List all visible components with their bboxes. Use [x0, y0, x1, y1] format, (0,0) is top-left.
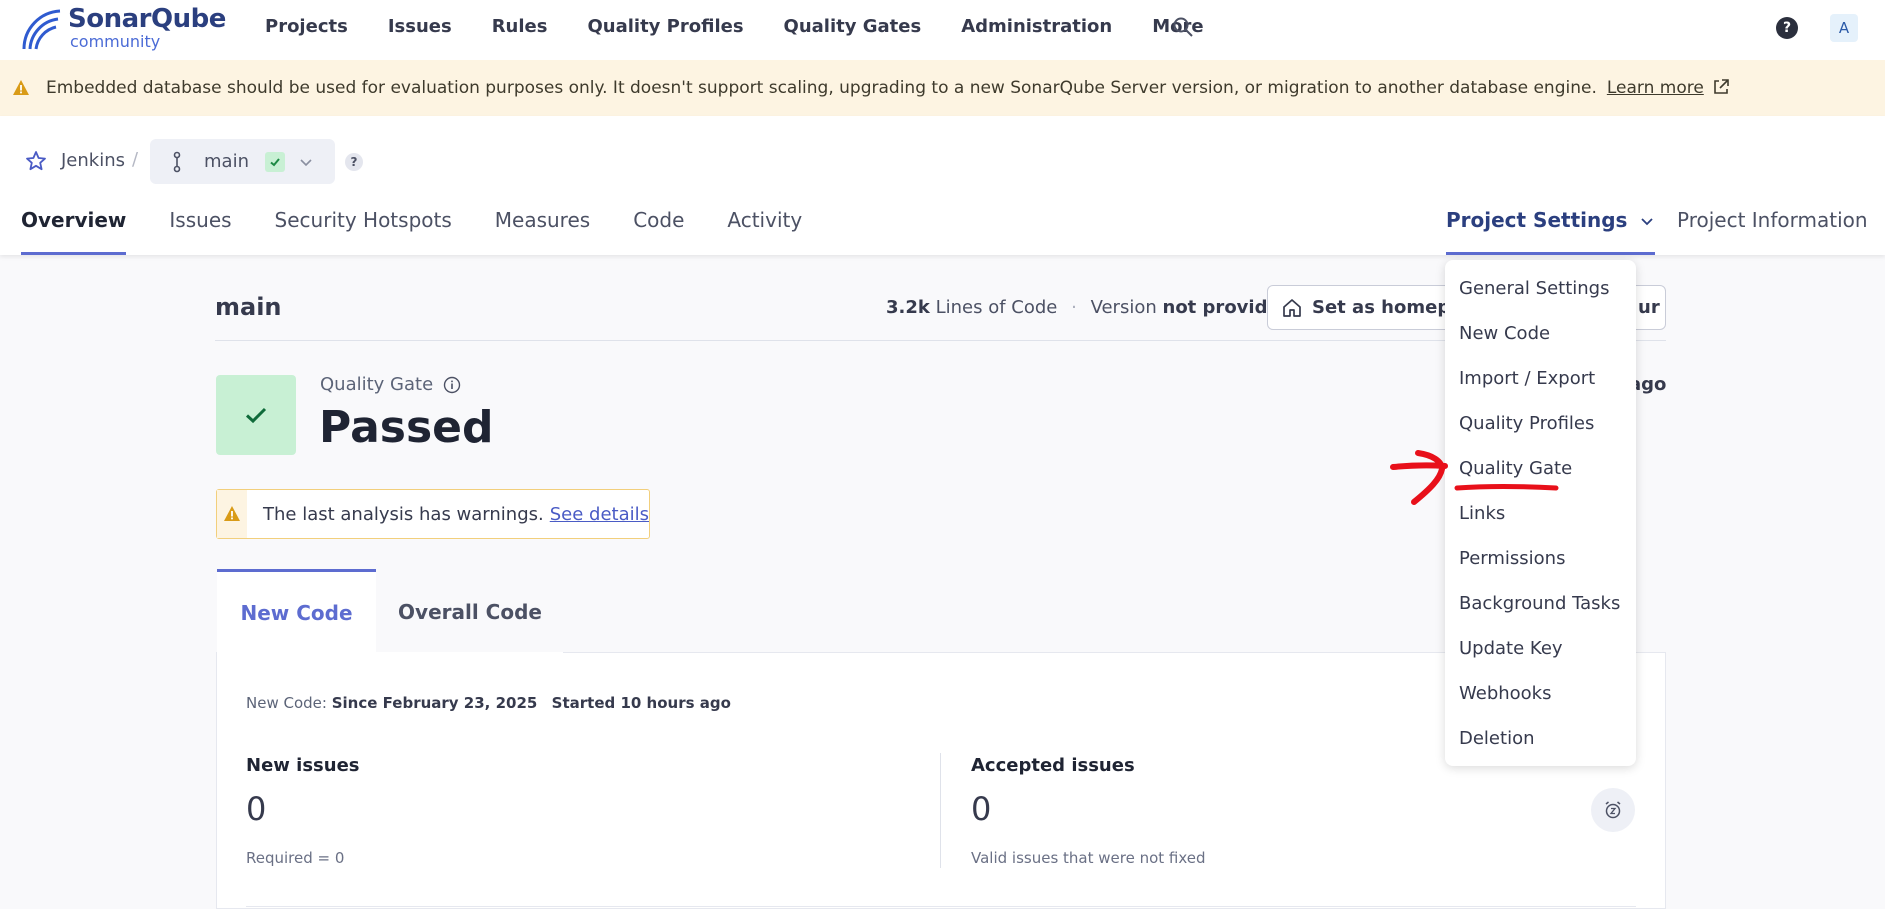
- panel-row-divider: [246, 906, 1636, 907]
- top-navbar: SonarQube community Projects Issues Rule…: [0, 0, 1885, 60]
- warning-icon: [224, 506, 240, 521]
- project-meta: 3.2k Lines of Code · Version not provide…: [886, 297, 1320, 318]
- hidden-button-tail: ur: [1638, 297, 1660, 318]
- star-icon[interactable]: [25, 150, 47, 172]
- check-icon: [270, 157, 280, 166]
- menu-item-import-export[interactable]: Import / Export: [1459, 368, 1595, 389]
- tab-measures[interactable]: Measures: [495, 208, 590, 255]
- warning-icon: [13, 80, 29, 95]
- accepted-issues-value[interactable]: 0: [971, 790, 991, 828]
- quality-gate-label-text: Quality Gate: [320, 374, 434, 395]
- project-tabs: Overview Issues Security Hotspots Measur…: [21, 208, 845, 255]
- accepted-issues-clock-button[interactable]: [1591, 788, 1635, 832]
- tab-issues[interactable]: Issues: [169, 208, 231, 255]
- quality-gate-status: Passed: [319, 402, 494, 453]
- menu-item-deletion[interactable]: Deletion: [1459, 728, 1535, 749]
- external-link-icon: [1713, 79, 1729, 94]
- help-icon[interactable]: ?: [1776, 17, 1798, 39]
- new-code-label: New Code:: [246, 694, 327, 712]
- tab-overall-code[interactable]: Overall Code: [376, 572, 564, 653]
- nav-rules[interactable]: Rules: [492, 16, 548, 37]
- embedded-db-banner: Embedded database should be used for eva…: [0, 60, 1885, 116]
- nav-administration[interactable]: Administration: [961, 16, 1112, 37]
- menu-item-links[interactable]: Links: [1459, 503, 1505, 524]
- nav-projects[interactable]: Projects: [265, 16, 348, 37]
- tab-overview[interactable]: Overview: [21, 208, 127, 255]
- analysis-warning: The last analysis has warnings. See detai…: [216, 489, 650, 539]
- loc-label: Lines of Code: [935, 297, 1058, 318]
- tab-activity[interactable]: Activity: [727, 208, 802, 255]
- logo-brand: SonarQube: [68, 4, 226, 34]
- loc-value: 3.2k: [886, 297, 930, 318]
- alarm-clock-icon: [1605, 801, 1621, 819]
- project-header: Jenkins / main ? Overview Issues Securit…: [0, 116, 1885, 255]
- sonarqube-logo-icon: [22, 9, 61, 50]
- new-issues-value[interactable]: 0: [246, 790, 266, 828]
- branch-icon: [173, 151, 181, 172]
- new-code-since: Since February 23, 2025: [331, 694, 538, 712]
- project-settings-label: Project Settings: [1446, 208, 1628, 232]
- banner-text: Embedded database should be used for eva…: [46, 78, 1597, 98]
- info-icon[interactable]: [443, 376, 461, 394]
- check-icon: [245, 407, 267, 424]
- branch-selector[interactable]: main: [150, 139, 335, 184]
- tab-code[interactable]: Code: [633, 208, 684, 255]
- menu-item-quality-gate[interactable]: Quality Gate: [1459, 458, 1572, 479]
- nav-issues[interactable]: Issues: [388, 16, 452, 37]
- search-icon[interactable]: [1172, 16, 1194, 38]
- menu-item-background-tasks[interactable]: Background Tasks: [1459, 593, 1620, 614]
- new-code-period: New Code: Since February 23, 2025 Starte…: [246, 694, 731, 712]
- home-icon: [1283, 298, 1301, 317]
- learn-more-link[interactable]: Learn more: [1607, 78, 1730, 98]
- tab-project-information[interactable]: Project Information: [1677, 208, 1868, 232]
- meta-dot: ·: [1071, 297, 1077, 318]
- tab-security-hotspots[interactable]: Security Hotspots: [275, 208, 452, 255]
- learn-more-label: Learn more: [1606, 78, 1704, 98]
- page-title: main: [215, 293, 282, 321]
- warning-icon-wrap: [217, 490, 248, 538]
- logo-edition: community: [70, 32, 161, 51]
- nav-quality-gates[interactable]: Quality Gates: [784, 16, 922, 37]
- new-code-started: Started 10 hours ago: [551, 694, 731, 712]
- menu-item-quality-profiles[interactable]: Quality Profiles: [1459, 413, 1594, 434]
- menu-item-general-settings[interactable]: General Settings: [1459, 278, 1610, 299]
- branch-help-icon[interactable]: ?: [345, 153, 363, 171]
- accepted-issues-label: Accepted issues: [971, 755, 1135, 776]
- avatar[interactable]: A: [1830, 14, 1858, 42]
- menu-item-update-key[interactable]: Update Key: [1459, 638, 1563, 659]
- sonarqube-logo[interactable]: SonarQube community: [20, 5, 226, 51]
- quality-gate-status-badge: [216, 375, 296, 455]
- menu-item-new-code[interactable]: New Code: [1459, 323, 1550, 344]
- tab-project-settings[interactable]: Project Settings: [1446, 208, 1656, 255]
- see-details-link[interactable]: See details: [550, 504, 649, 525]
- tab-new-code[interactable]: New Code: [217, 569, 376, 653]
- breadcrumb-separator: /: [132, 149, 139, 170]
- quality-gate-label: Quality Gate: [320, 374, 461, 395]
- nav-quality-profiles[interactable]: Quality Profiles: [587, 16, 743, 37]
- new-issues-requirement: Required = 0: [246, 849, 345, 867]
- new-issues-label: New issues: [246, 755, 360, 776]
- chevron-down-icon: [300, 158, 312, 166]
- version-label: Version: [1090, 297, 1157, 318]
- main-nav: Projects Issues Rules Quality Profiles Q…: [265, 0, 1244, 52]
- menu-item-permissions[interactable]: Permissions: [1459, 548, 1565, 569]
- chevron-down-icon: [1641, 218, 1654, 226]
- menu-item-webhooks[interactable]: Webhooks: [1459, 683, 1551, 704]
- breadcrumb-project[interactable]: Jenkins: [61, 150, 125, 171]
- branch-name: main: [204, 151, 249, 172]
- branch-status-badge: [264, 151, 285, 172]
- accepted-issues-description: Valid issues that were not fixed: [971, 849, 1206, 867]
- project-settings-menu: General Settings New Code Import / Expor…: [1445, 260, 1636, 766]
- warning-text: The last analysis has warnings.: [263, 503, 544, 525]
- metric-divider: [940, 753, 941, 868]
